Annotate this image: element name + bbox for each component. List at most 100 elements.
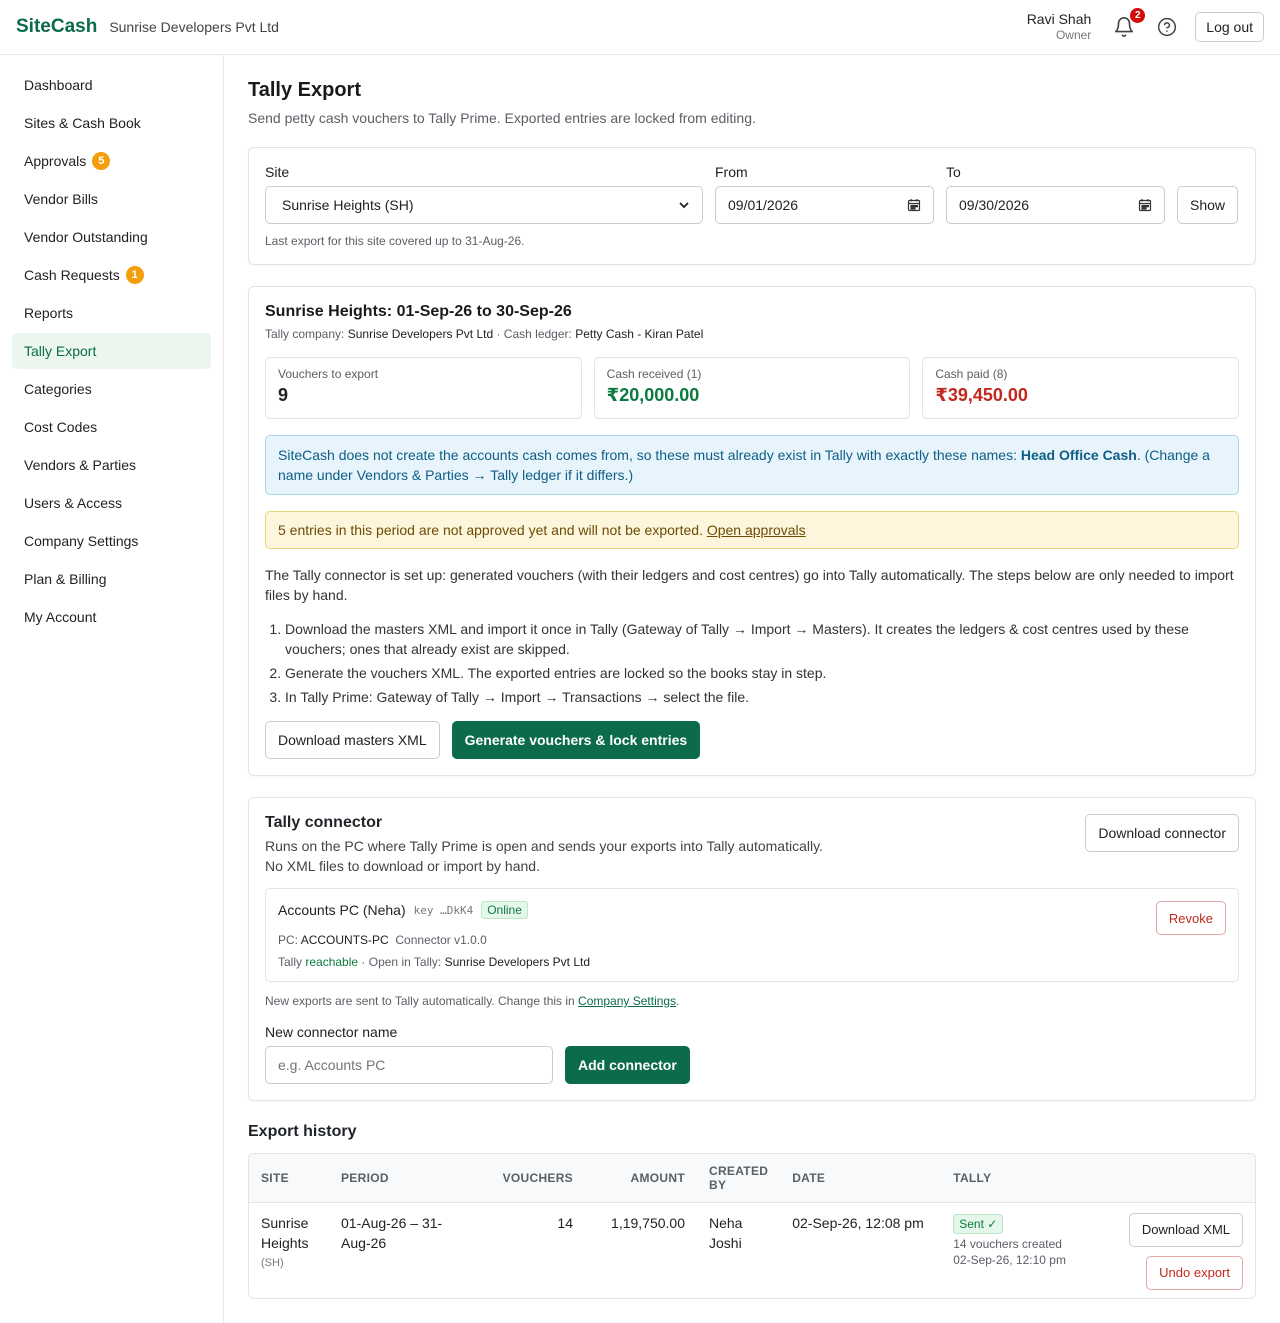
row-vouchers: 14 [557, 1214, 573, 1231]
tally-reachable-status: reachable [305, 955, 359, 969]
sidebar-item-label: Users & Access [24, 495, 123, 511]
site-select-value: Sunrise Heights (SH) [282, 197, 414, 213]
chevron-down-icon [679, 202, 689, 209]
sidebar-item-categories[interactable]: Categories [12, 371, 211, 407]
auto-send-end: . [676, 994, 680, 1008]
site-select[interactable]: Sunrise Heights (SH) [265, 186, 703, 224]
sidebar-item-company-settings[interactable]: Company Settings [12, 523, 211, 559]
help-icon[interactable] [1157, 17, 1177, 37]
period-card: Sunrise Heights: 01-Sep-26 to 30-Sep-26 … [248, 286, 1256, 776]
new-connector-name-input[interactable] [265, 1046, 553, 1084]
to-date-input[interactable]: 09/30/2026 [946, 186, 1165, 224]
cash-requests-count-badge: 1 [125, 266, 144, 284]
period-meta: Tally company: Sunrise Developers Pvt Lt… [265, 327, 1239, 341]
table-row: Sunrise Heights (SH) 01-Aug-26 – 31-Aug-2… [249, 1202, 1255, 1298]
stat-vouchers: Vouchers to export 9 [265, 357, 582, 419]
warning-text: 5 entries in this period are not approve… [278, 522, 707, 538]
main-content: Tally Export Send petty cash vouchers to… [224, 55, 1280, 1323]
sidebar-item-tally-export[interactable]: Tally Export [12, 333, 211, 369]
row-date: 02-Sep-26, 12:08 pm [792, 1214, 924, 1231]
pc-label: PC: [278, 933, 299, 947]
page-title: Tally Export [248, 79, 361, 101]
from-label: From [715, 164, 748, 180]
connector-device: Accounts PC (Neha) key …DkK4 Online PC: … [265, 888, 1239, 982]
sidebar-item-reports[interactable]: Reports [12, 295, 211, 331]
tally-sent-badge: Sent ✓ [953, 1213, 1004, 1234]
auto-send-note: New exports are sent to Tally automatica… [265, 994, 1239, 1008]
period-title: Sunrise Heights: 01-Sep-26 to 30-Sep-26 [265, 303, 572, 320]
stat-cash-paid: Cash paid (8) ₹39,450.00 [922, 357, 1240, 419]
download-connector-button[interactable]: Download connector [1085, 814, 1239, 852]
sidebar-item-label: Vendors & Parties [24, 457, 137, 473]
sidebar-item-users-access[interactable]: Users & Access [12, 485, 211, 521]
bell-icon[interactable]: 2 [1113, 8, 1146, 38]
sidebar-item-label: Dashboard [24, 77, 93, 93]
info-text: SiteCash does not create the accounts ca… [278, 447, 1021, 463]
last-export-hint: Last export for this site covered up to … [265, 234, 525, 248]
to-label: To [946, 164, 961, 180]
column-header: CREATED BY [697, 1154, 781, 1203]
sidebar: Dashboard Sites & Cash Book Approvals 5 V… [0, 55, 224, 1323]
row-site: Sunrise Heights [261, 1214, 309, 1251]
stat-label: Vouchers to export [278, 367, 379, 381]
column-header: VOUCHERS [479, 1154, 585, 1203]
connector-desc: Runs on the PC where Tally Prime is open… [265, 836, 823, 876]
history-title: Export history [248, 1123, 357, 1140]
calendar-icon[interactable] [1138, 198, 1152, 212]
device-tally-line: Tally reachable · Open in Tally: Sunrise… [278, 955, 590, 969]
filter-card: Site Sunrise Heights (SH) From 09/01/202… [248, 147, 1256, 265]
calendar-icon[interactable] [907, 198, 921, 212]
brand-logo[interactable]: SiteCash [16, 16, 97, 38]
add-connector-button[interactable]: Add connector [565, 1046, 690, 1084]
from-date-input[interactable]: 09/01/2026 [715, 186, 934, 224]
device-key: key …DkK4 [413, 903, 474, 917]
stats-row: Vouchers to export 9 Cash received (1) ₹… [265, 357, 1240, 419]
step-item: In Tally Prime: Gateway of Tally → Impor… [285, 687, 1239, 707]
sidebar-item-vendor-bills[interactable]: Vendor Bills [12, 181, 211, 217]
download-xml-button[interactable]: Download XML [1128, 1212, 1243, 1247]
sidebar-item-dashboard[interactable]: Dashboard [12, 67, 211, 103]
tally-company-value: Sunrise Developers Pvt Ltd [347, 327, 494, 341]
column-header: SITE [249, 1154, 329, 1203]
connector-desc-line: Runs on the PC where Tally Prime is open… [265, 838, 823, 854]
sidebar-item-plan-billing[interactable]: Plan & Billing [12, 561, 211, 597]
sidebar-item-cash-requests[interactable]: Cash Requests 1 [12, 257, 211, 293]
company-name: Sunrise Developers Pvt Ltd [109, 19, 279, 35]
logout-button[interactable]: Log out [1195, 12, 1264, 42]
auto-send-text: New exports are sent to Tally automatica… [265, 994, 579, 1008]
undo-export-button[interactable]: Undo export [1146, 1255, 1243, 1290]
warning-alert: 5 entries in this period are not approve… [265, 511, 1239, 549]
column-header: DATE [780, 1154, 942, 1203]
stat-label: Cash paid (8) [935, 367, 1008, 381]
info-alert: SiteCash does not create the accounts ca… [265, 435, 1239, 495]
sidebar-item-my-account[interactable]: My Account [12, 599, 211, 635]
row-amount: 1,19,750.00 [611, 1214, 685, 1231]
sidebar-item-sites-cash-book[interactable]: Sites & Cash Book [12, 105, 211, 141]
show-button[interactable]: Show [1177, 186, 1239, 224]
revoke-button[interactable]: Revoke [1155, 901, 1226, 935]
sidebar-item-vendors-parties[interactable]: Vendors & Parties [12, 447, 211, 483]
download-masters-button[interactable]: Download masters XML [265, 721, 440, 759]
tally-detail: 14 vouchers created [953, 1236, 1062, 1251]
column-header: TALLY [941, 1154, 1098, 1203]
cash-ledger-label: · Cash ledger: [496, 327, 572, 341]
import-steps: Download the masters XML and import it o… [265, 619, 1239, 707]
open-approvals-link[interactable]: Open approvals [707, 522, 806, 538]
sidebar-item-label: Plan & Billing [24, 571, 107, 587]
user-info: Ravi Shah Owner [1027, 11, 1092, 42]
connector-version: Connector v1.0.0 [395, 933, 487, 947]
cash-ledger-value: Petty Cash - Kiran Patel [575, 327, 704, 341]
sidebar-item-label: Reports [24, 305, 74, 321]
generate-vouchers-button[interactable]: Generate vouchers & lock entries [451, 721, 701, 759]
sidebar-item-cost-codes[interactable]: Cost Codes [12, 409, 211, 445]
sidebar-item-vendor-outstanding[interactable]: Vendor Outstanding [12, 219, 211, 255]
connector-card: Tally connector Runs on the PC where Tal… [248, 797, 1256, 1101]
company-settings-link[interactable]: Company Settings [578, 994, 676, 1008]
connector-desc-line: No XML files to download or import by ha… [265, 858, 540, 874]
row-period: 01-Aug-26 – 31-Aug-26 [341, 1214, 443, 1251]
sidebar-item-label: Company Settings [24, 533, 139, 549]
sidebar-item-label: Vendor Outstanding [24, 229, 148, 245]
sidebar-item-approvals[interactable]: Approvals 5 [12, 143, 211, 179]
step-item: Generate the vouchers XML. The exported … [285, 663, 1239, 683]
page-subtitle: Send petty cash vouchers to Tally Prime.… [248, 110, 756, 126]
